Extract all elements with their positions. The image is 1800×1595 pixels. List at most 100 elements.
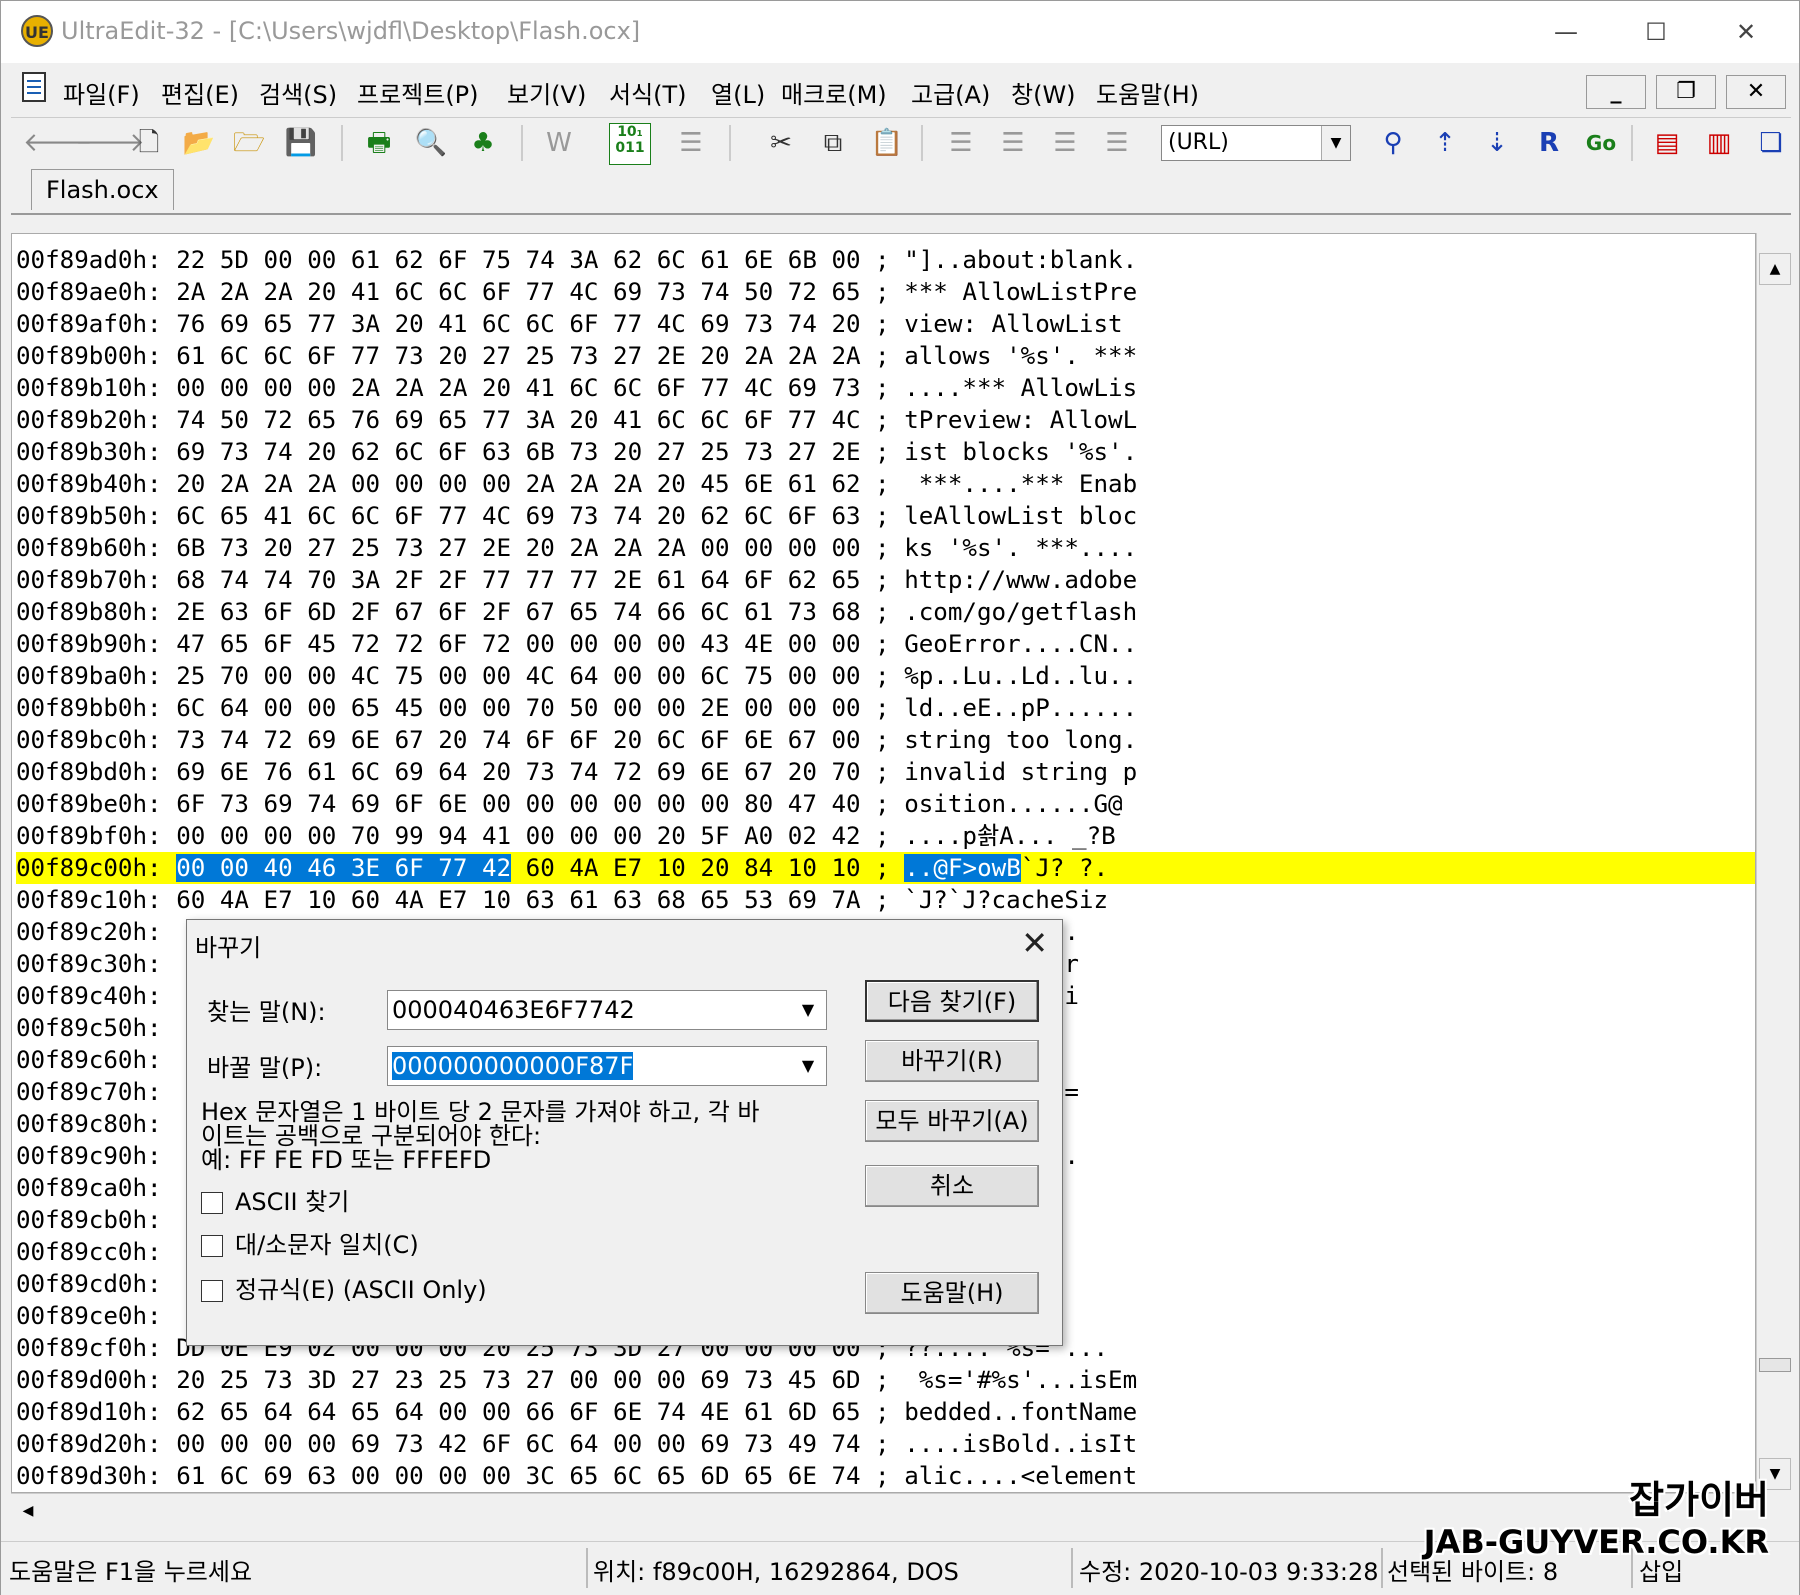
menu-help[interactable]: 도움말(H) bbox=[1096, 75, 1199, 110]
goto-icon[interactable]: Go bbox=[1581, 123, 1621, 163]
maximize-button[interactable]: ☐ bbox=[1611, 1, 1701, 63]
hex-row[interactable]: 00f89ae0h: 2A 2A 2A 20 41 6C 6C 6F 77 4C… bbox=[16, 276, 1755, 308]
menu-window[interactable]: 창(W) bbox=[1011, 75, 1076, 110]
menu-file[interactable]: 파일(F) bbox=[63, 75, 140, 110]
hex-row[interactable]: 00f89b50h: 6C 65 41 6C 6C 6F 77 4C 69 73… bbox=[16, 500, 1755, 532]
find-previous-icon[interactable]: ⇡ bbox=[1425, 123, 1465, 163]
hex-address: 00f89d30h: bbox=[16, 1462, 162, 1490]
hex-mode-icon[interactable]: 10₁ 011 bbox=[609, 123, 651, 165]
mdi-close-button[interactable]: ✕ bbox=[1726, 75, 1786, 109]
tab-flash-ocx[interactable]: Flash.ocx bbox=[31, 169, 174, 210]
replace-all-button[interactable]: 모두 바꾸기(A) bbox=[865, 1100, 1039, 1142]
close-window-button[interactable]: ✕ bbox=[1701, 1, 1791, 63]
mdi-restore-button[interactable]: ❐ bbox=[1656, 75, 1716, 109]
hex-row[interactable]: 00f89be0h: 6F 73 69 74 69 6F 6E 00 00 00… bbox=[16, 788, 1755, 820]
checkbox-box[interactable] bbox=[201, 1192, 223, 1214]
hex-row[interactable]: 00f89bb0h: 6C 64 00 00 65 45 00 00 70 50… bbox=[16, 692, 1755, 724]
hex-row[interactable]: 00f89d00h: 20 25 73 3D 27 23 25 73 27 00… bbox=[16, 1364, 1755, 1396]
minimize-button[interactable]: — bbox=[1521, 1, 1611, 63]
align-left-icon[interactable]: ☰ bbox=[941, 123, 981, 163]
hex-row[interactable]: 00f89ba0h: 25 70 00 00 4C 75 00 00 4C 64… bbox=[16, 660, 1755, 692]
hex-row[interactable]: 00f89bd0h: 69 6E 76 61 6C 69 64 20 73 74… bbox=[16, 756, 1755, 788]
hex-row[interactable]: 00f89b70h: 68 74 74 70 3A 2F 2F 77 77 77… bbox=[16, 564, 1755, 596]
split-vertical-icon[interactable]: ▥ bbox=[1699, 123, 1739, 163]
chevron-down-icon[interactable]: ▼ bbox=[790, 991, 826, 1029]
replace-button[interactable]: 바꾸기(R) bbox=[865, 1040, 1039, 1082]
hex-row[interactable]: 00f89b60h: 6B 73 20 27 25 73 27 2E 20 2A… bbox=[16, 532, 1755, 564]
menu-search[interactable]: 검색(S) bbox=[259, 75, 337, 110]
menu-edit[interactable]: 편집(E) bbox=[161, 75, 239, 110]
cancel-button[interactable]: 취소 bbox=[865, 1165, 1039, 1207]
scroll-left-icon[interactable]: ◀ bbox=[13, 1496, 43, 1526]
checkbox-box[interactable] bbox=[201, 1235, 223, 1257]
menu-format[interactable]: 서식(T) bbox=[609, 75, 687, 110]
url-combo[interactable]: (URL) ▼ bbox=[1161, 125, 1351, 161]
open-folder-icon[interactable]: 📂 bbox=[179, 123, 219, 163]
back-arrow-icon[interactable]: 🡐 bbox=[23, 123, 93, 163]
new-file-icon[interactable]: 🗋 bbox=[129, 123, 169, 163]
replace-input[interactable]: 000000000000F87F ▼ bbox=[387, 1046, 827, 1086]
menu-view[interactable]: 보기(V) bbox=[507, 75, 586, 110]
status-separator bbox=[1071, 1548, 1073, 1588]
find-input[interactable]: 000040463E6F7742 ▼ bbox=[387, 990, 827, 1030]
split-horizontal-icon[interactable]: ▤ bbox=[1647, 123, 1687, 163]
hex-row[interactable]: 00f89ad0h: 22 5D 00 00 61 62 6F 75 74 3A… bbox=[16, 244, 1755, 276]
hex-address: 00f89d10h: bbox=[16, 1398, 162, 1426]
replace-icon[interactable]: R bbox=[1529, 123, 1569, 163]
hex-row[interactable]: 00f89b90h: 47 65 6F 45 72 72 6F 72 00 00… bbox=[16, 628, 1755, 660]
paste-icon[interactable]: 📋 bbox=[867, 123, 907, 163]
print-preview-icon[interactable]: 🔍 bbox=[411, 123, 451, 163]
align-right-icon[interactable]: ☰ bbox=[1045, 123, 1085, 163]
hex-row[interactable]: 00f89b00h: 61 6C 6C 6F 77 73 20 27 25 73… bbox=[16, 340, 1755, 372]
print-icon[interactable]: 🖶 bbox=[359, 123, 399, 163]
align-center-icon[interactable]: ☰ bbox=[993, 123, 1033, 163]
cut-icon[interactable]: ✂ bbox=[761, 123, 801, 163]
hex-row[interactable]: 00f89bf0h: 00 00 00 00 70 99 94 41 00 00… bbox=[16, 820, 1755, 852]
menu-macro[interactable]: 매크로(M) bbox=[781, 75, 887, 110]
vertical-scrollbar[interactable]: ▲ ▼ bbox=[1756, 233, 1792, 1493]
hex-address: 00f89b70h: bbox=[16, 566, 162, 594]
hex-row[interactable]: 00f89b80h: 2E 63 6F 6D 2F 67 6F 2F 67 65… bbox=[16, 596, 1755, 628]
hex-row[interactable]: 00f89d20h: 00 00 00 00 69 73 42 6F 6C 64… bbox=[16, 1428, 1755, 1460]
justify-icon[interactable]: ☰ bbox=[1097, 123, 1137, 163]
ascii-find-checkbox[interactable]: ASCII 찾기 bbox=[201, 1182, 349, 1217]
menu-column[interactable]: 열(L) bbox=[711, 75, 765, 110]
chevron-down-icon[interactable]: ▼ bbox=[1321, 126, 1350, 160]
help-button[interactable]: 도움말(H) bbox=[865, 1272, 1039, 1314]
cascade-windows-icon[interactable]: ❏ bbox=[1751, 123, 1791, 163]
hex-row[interactable]: 00f89bc0h: 73 74 72 69 6E 67 20 74 6F 6F… bbox=[16, 724, 1755, 756]
hex-bytes: 20 25 73 3D 27 23 25 73 27 00 00 00 69 7… bbox=[176, 1366, 861, 1394]
format-lines-icon[interactable]: ☰ bbox=[671, 123, 711, 163]
ftp-icon[interactable]: ♣ bbox=[463, 123, 503, 163]
forward-arrow-icon[interactable]: 🡒 bbox=[75, 123, 145, 163]
hex-row[interactable]: 00f89d10h: 62 65 64 64 65 64 00 00 66 6F… bbox=[16, 1396, 1755, 1428]
hex-row[interactable]: 00f89b40h: 20 2A 2A 2A 00 00 00 00 2A 2A… bbox=[16, 468, 1755, 500]
mdi-minimize-button[interactable]: _ bbox=[1586, 75, 1646, 109]
chevron-down-icon[interactable]: ▼ bbox=[790, 1047, 826, 1085]
close-file-icon[interactable]: 🗁 bbox=[229, 123, 269, 163]
find-next-button[interactable]: 다음 찾기(F) bbox=[865, 980, 1039, 1022]
save-icon[interactable]: 💾 bbox=[281, 123, 321, 163]
hex-row[interactable]: 00f89d30h: 61 6C 69 63 00 00 00 00 3C 65… bbox=[16, 1460, 1755, 1492]
hex-bytes: 60 4A E7 10 60 4A E7 10 63 61 63 68 65 5… bbox=[176, 886, 861, 914]
hex-ascii: leAllowList bloc bbox=[904, 502, 1138, 530]
menu-project[interactable]: 프로젝트(P) bbox=[357, 75, 479, 110]
menu-advanced[interactable]: 고급(A) bbox=[911, 75, 990, 110]
scroll-up-icon[interactable]: ▲ bbox=[1759, 253, 1791, 285]
copy-icon[interactable]: ⧉ bbox=[813, 123, 853, 163]
close-icon[interactable]: ✕ bbox=[1021, 924, 1048, 962]
find-next-icon[interactable]: ⇣ bbox=[1477, 123, 1517, 163]
hex-row[interactable]: 00f89c00h: 00 00 40 46 3E 6F 77 42 60 4A… bbox=[16, 852, 1755, 884]
hex-bytes: 20 2A 2A 2A 00 00 00 00 2A 2A 2A 20 45 6… bbox=[176, 470, 861, 498]
hex-row[interactable]: 00f89af0h: 76 69 65 77 3A 20 41 6C 6C 6F… bbox=[16, 308, 1755, 340]
hex-row[interactable]: 00f89b20h: 74 50 72 65 76 69 65 77 3A 20… bbox=[16, 404, 1755, 436]
checkbox-box[interactable] bbox=[201, 1280, 223, 1302]
scroll-thumb[interactable] bbox=[1759, 1358, 1791, 1372]
hex-row[interactable]: 00f89c10h: 60 4A E7 10 60 4A E7 10 63 61… bbox=[16, 884, 1755, 916]
hex-row[interactable]: 00f89b10h: 00 00 00 00 2A 2A 2A 20 41 6C… bbox=[16, 372, 1755, 404]
word-wrap-icon[interactable]: W bbox=[539, 123, 579, 163]
hex-row[interactable]: 00f89b30h: 69 73 74 20 62 6C 6F 63 6B 73… bbox=[16, 436, 1755, 468]
find-binoculars-icon[interactable]: ⚲ bbox=[1373, 123, 1413, 163]
regex-checkbox[interactable]: 정규식(E) (ASCII Only) bbox=[201, 1270, 487, 1305]
match-case-checkbox[interactable]: 대/소문자 일치(C) bbox=[201, 1225, 419, 1260]
